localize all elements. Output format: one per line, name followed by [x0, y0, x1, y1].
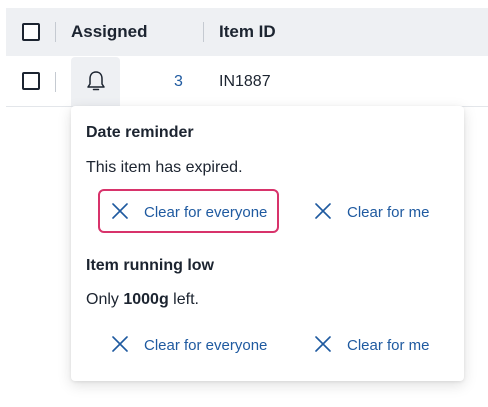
close-icon	[315, 336, 331, 352]
notification-bell-button[interactable]	[71, 57, 120, 106]
clear-for-me-label: Clear for me	[347, 337, 430, 354]
section-title-item-running-low: Item running low	[86, 257, 214, 274]
select-all-checkbox[interactable]	[22, 23, 40, 41]
section-text-item-running-low: Only 1000g left.	[86, 291, 199, 309]
notification-count: 3	[174, 73, 183, 90]
clear-for-me-button[interactable]: Clear for me	[301, 189, 442, 233]
clear-for-everyone-button[interactable]: Clear for everyone	[98, 322, 279, 366]
table-row: 3 IN1887	[6, 57, 488, 107]
table-header: Assigned Item ID	[6, 8, 488, 56]
clear-for-everyone-button[interactable]: Clear for everyone	[98, 189, 280, 233]
close-icon	[112, 203, 128, 219]
column-header-item-id[interactable]: Item ID	[219, 8, 276, 56]
item-id-cell: IN1887	[219, 73, 271, 90]
bell-icon	[87, 71, 105, 91]
column-header-assigned[interactable]: Assigned	[71, 8, 148, 56]
remaining-amount: 1000g	[123, 291, 169, 308]
text-suffix: left.	[168, 291, 199, 308]
column-divider	[55, 72, 56, 92]
clear-for-me-label: Clear for me	[347, 204, 430, 221]
clear-for-everyone-label: Clear for everyone	[144, 337, 268, 354]
section-title-date-reminder: Date reminder	[86, 124, 194, 141]
close-icon	[315, 203, 331, 219]
clear-for-me-button[interactable]: Clear for me	[301, 322, 442, 366]
close-icon	[112, 336, 128, 352]
text-prefix: Only	[86, 291, 124, 308]
column-divider	[203, 22, 204, 42]
section-text-date-reminder: This item has expired.	[86, 159, 243, 176]
notifications-popover: Date reminder This item has expired. Cle…	[71, 106, 464, 381]
column-divider	[55, 22, 56, 42]
clear-for-everyone-label: Clear for everyone	[144, 204, 268, 221]
row-checkbox[interactable]	[22, 72, 40, 90]
